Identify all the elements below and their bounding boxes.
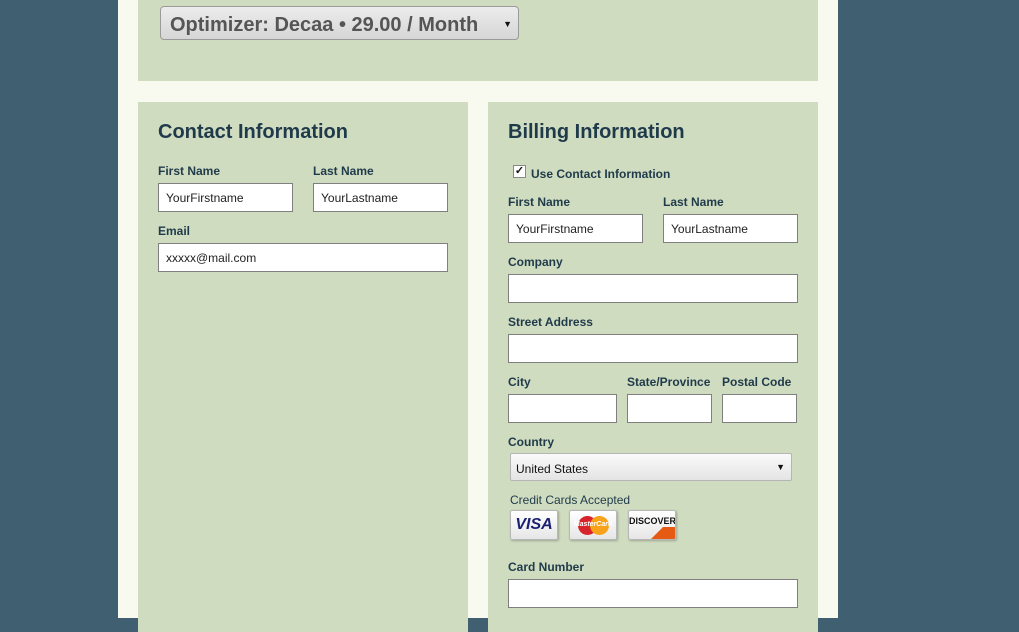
use-contact-label: Use Contact Information bbox=[531, 167, 671, 181]
contact-first-name-label: First Name bbox=[158, 164, 221, 178]
city-label: City bbox=[508, 375, 531, 389]
billing-last-name-label: Last Name bbox=[663, 195, 724, 209]
state-province-input[interactable] bbox=[627, 394, 712, 423]
contact-last-name-input[interactable] bbox=[313, 183, 448, 212]
chevron-down-icon: ▼ bbox=[776, 462, 785, 472]
state-province-label: State/Province bbox=[627, 375, 711, 389]
mastercard-card-text: MasterCard bbox=[573, 521, 613, 528]
card-number-input[interactable] bbox=[508, 579, 798, 608]
contact-email-input[interactable] bbox=[158, 243, 448, 272]
company-input[interactable] bbox=[508, 274, 798, 303]
credit-cards-label: Credit Cards Accepted bbox=[510, 493, 631, 507]
contact-title: Contact Information bbox=[158, 121, 348, 143]
visa-card-icon: VISA bbox=[510, 510, 558, 540]
contact-panel: Contact Information First Name Last Name… bbox=[138, 102, 468, 632]
billing-title: Billing Information bbox=[508, 121, 685, 143]
discover-card-text: DISCOVER bbox=[629, 516, 676, 526]
use-contact-checkbox[interactable]: ✓ bbox=[513, 165, 526, 178]
billing-last-name-input[interactable] bbox=[663, 214, 798, 243]
page-container: Optimizer: Decaa • 29.00 / Month ▼ Conta… bbox=[118, 0, 838, 632]
dropdown-arrow-icon: ▼ bbox=[503, 19, 512, 29]
mastercard-card-icon: MasterCard bbox=[569, 510, 617, 540]
card-number-label: Card Number bbox=[508, 560, 585, 574]
contact-email-label: Email bbox=[158, 224, 191, 238]
plan-select-value: Optimizer: Decaa • 29.00 / Month bbox=[170, 14, 479, 36]
company-label: Company bbox=[508, 255, 563, 269]
discover-card-icon: DISCOVER bbox=[628, 510, 676, 540]
postal-code-label: Postal Code bbox=[722, 375, 792, 389]
discover-orange-band bbox=[643, 527, 675, 539]
contact-first-name-input[interactable] bbox=[158, 183, 293, 212]
country-select[interactable]: United States ▼ bbox=[510, 453, 792, 481]
visa-card-text: VISA bbox=[515, 516, 553, 533]
postal-code-input[interactable] bbox=[722, 394, 797, 423]
street-address-input[interactable] bbox=[508, 334, 798, 363]
billing-first-name-input[interactable] bbox=[508, 214, 643, 243]
billing-first-name-label: First Name bbox=[508, 195, 571, 209]
plan-panel: Optimizer: Decaa • 29.00 / Month ▼ bbox=[138, 0, 818, 81]
country-label: Country bbox=[508, 435, 554, 449]
plan-select[interactable]: Optimizer: Decaa • 29.00 / Month ▼ bbox=[160, 6, 519, 40]
billing-panel: Billing Information ✓ Use Contact Inform… bbox=[488, 102, 818, 632]
country-select-value: United States bbox=[516, 462, 589, 476]
city-input[interactable] bbox=[508, 394, 617, 423]
contact-last-name-label: Last Name bbox=[313, 164, 374, 178]
street-address-label: Street Address bbox=[508, 315, 593, 329]
